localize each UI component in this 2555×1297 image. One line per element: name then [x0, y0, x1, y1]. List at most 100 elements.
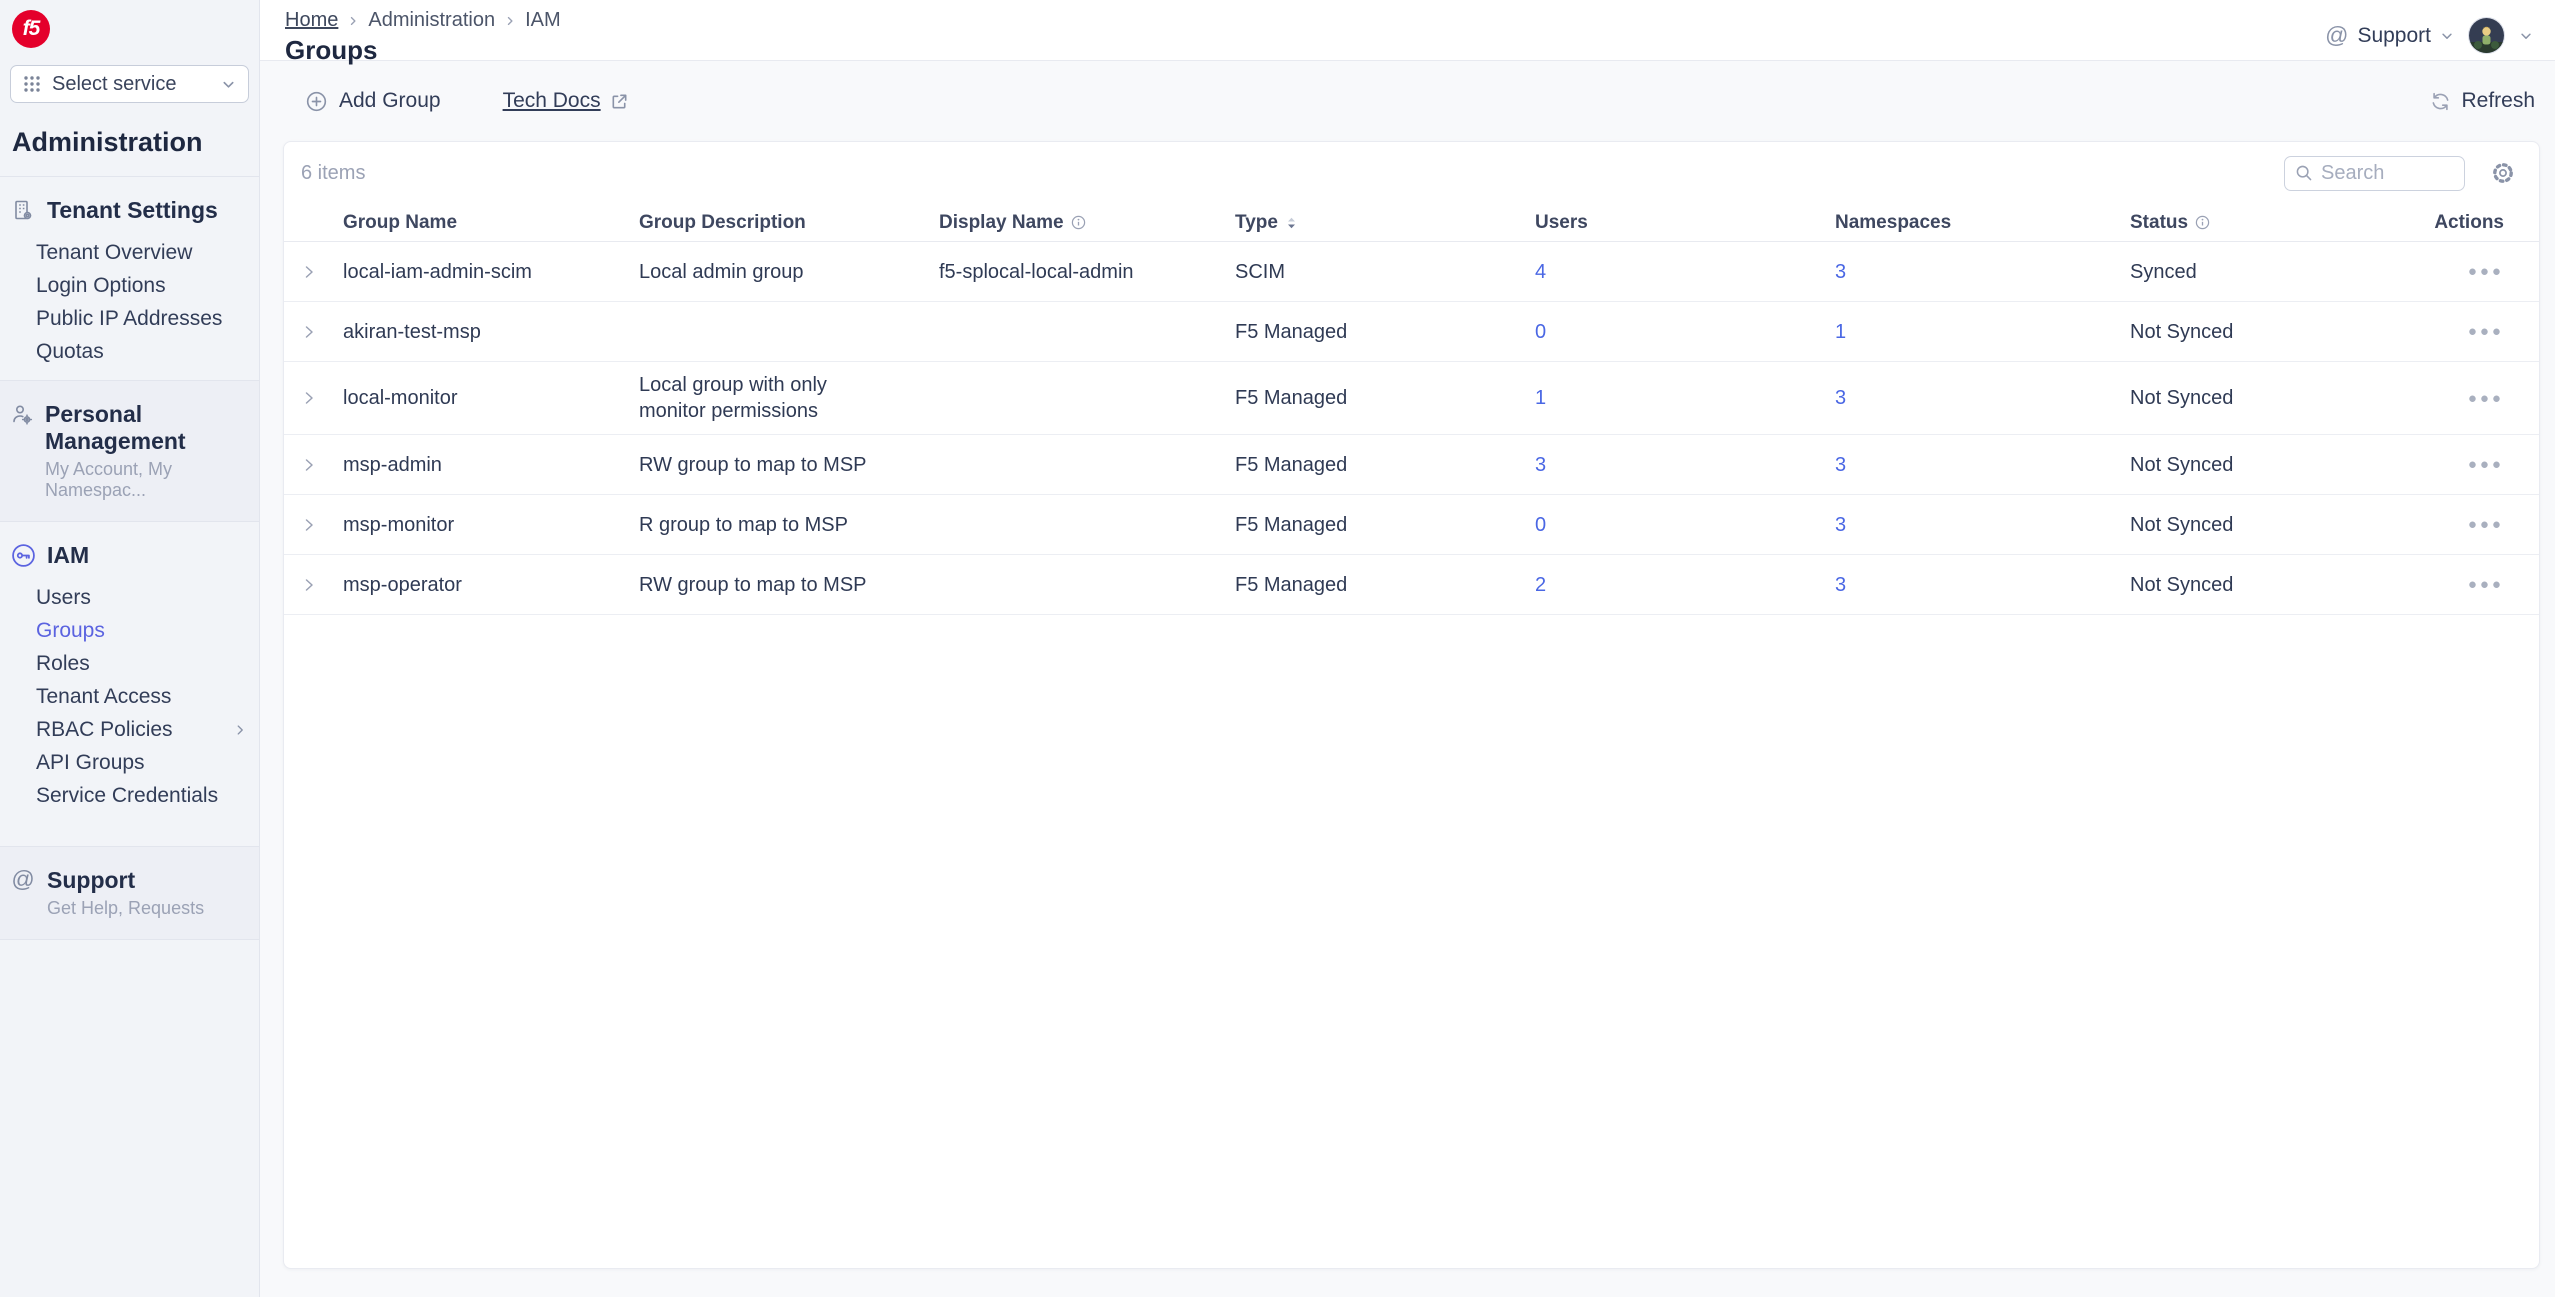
col-namespaces[interactable]: Namespaces — [1835, 212, 2130, 234]
iam-header[interactable]: IAM — [0, 534, 259, 575]
tenant-settings-items: Tenant Overview Login Options Public IP … — [0, 230, 259, 370]
row-actions-menu[interactable]: ●●● — [2375, 263, 2504, 280]
at-sign-icon: @ — [2325, 22, 2349, 48]
display-name — [939, 388, 1235, 408]
sidebar-item-roles[interactable]: Roles — [36, 647, 259, 680]
group-description — [639, 322, 939, 342]
status-text: Not Synced — [2130, 453, 2234, 476]
sidebar-item-label: API Groups — [36, 750, 145, 774]
sidebar-item-api-groups[interactable]: API Groups — [36, 746, 259, 779]
refresh-label: Refresh — [2461, 89, 2535, 112]
namespaces-count-link[interactable]: 3 — [1835, 387, 1846, 409]
table-row: akiran-test-msp F5 Managed 0 1 Not Synce… — [284, 302, 2539, 362]
section-personal-management[interactable]: Personal Management My Account, My Names… — [0, 380, 259, 522]
group-type: F5 Managed — [1235, 573, 1348, 596]
namespaces-count-link[interactable]: 3 — [1835, 261, 1846, 283]
personal-management-label: Personal Management — [45, 401, 186, 454]
col-status[interactable]: Status — [2130, 212, 2375, 234]
key-icon — [10, 543, 36, 568]
sidebar-item-label: Login Options — [36, 273, 166, 297]
users-count-link[interactable]: 2 — [1535, 574, 1546, 596]
table-row: local-monitor Local group with only moni… — [284, 362, 2539, 435]
chevron-right-icon — [347, 15, 359, 27]
col-group-description[interactable]: Group Description — [639, 212, 939, 234]
items-count: 6 items — [301, 161, 366, 184]
support-subtitle: Get Help, Requests — [47, 898, 205, 918]
row-actions-menu[interactable]: ●●● — [2375, 390, 2504, 407]
service-selector-label: Select service — [52, 72, 177, 95]
sidebar: f5 Select service Administration Tenant … — [0, 0, 260, 1297]
display-name — [939, 455, 1235, 475]
sidebar-item-users[interactable]: Users — [36, 581, 259, 614]
gear-icon[interactable] — [2491, 161, 2515, 185]
toolbar: Add Group Tech Docs Refresh — [260, 61, 2555, 141]
users-count-link[interactable]: 3 — [1535, 454, 1546, 476]
row-actions-menu[interactable]: ●●● — [2375, 323, 2504, 340]
sidebar-item-tenant-overview[interactable]: Tenant Overview — [36, 236, 259, 269]
expand-row-icon[interactable] — [301, 457, 343, 473]
namespaces-count-link[interactable]: 3 — [1835, 574, 1846, 596]
group-name: akiran-test-msp — [343, 320, 481, 343]
status-text: Not Synced — [2130, 573, 2234, 596]
group-type: F5 Managed — [1235, 513, 1348, 536]
sidebar-item-groups[interactable]: Groups — [36, 614, 259, 647]
breadcrumb-administration[interactable]: Administration — [368, 9, 495, 32]
group-description: RW group to map to MSP — [639, 453, 867, 476]
tenant-settings-label: Tenant Settings — [47, 197, 218, 223]
external-link-icon — [610, 92, 629, 111]
support-menu-button[interactable]: @ Support — [2325, 24, 2454, 48]
chevron-down-icon[interactable] — [2519, 29, 2533, 43]
tech-docs-link[interactable]: Tech Docs — [503, 89, 629, 113]
status-text: Not Synced — [2130, 513, 2234, 536]
add-group-button[interactable]: Add Group — [305, 89, 441, 113]
sidebar-item-tenant-access[interactable]: Tenant Access — [36, 680, 259, 713]
avatar[interactable] — [2468, 17, 2505, 54]
info-icon — [1071, 215, 1086, 230]
search-box — [2284, 155, 2465, 191]
main-area: Home Administration IAM Groups @ Support — [260, 0, 2555, 1297]
expand-row-icon[interactable] — [301, 390, 343, 406]
group-type: SCIM — [1235, 260, 1285, 283]
users-count-link[interactable]: 4 — [1535, 261, 1546, 283]
status-text: Synced — [2130, 260, 2197, 283]
sidebar-item-login-options[interactable]: Login Options — [36, 269, 259, 302]
tech-docs-label: Tech Docs — [502, 89, 601, 112]
col-type[interactable]: Type — [1235, 212, 1535, 234]
service-selector[interactable]: Select service — [10, 65, 249, 103]
section-support[interactable]: @ Support Get Help, Requests — [0, 846, 259, 940]
namespaces-count-link[interactable]: 3 — [1835, 514, 1846, 536]
expand-row-icon[interactable] — [301, 517, 343, 533]
row-actions-menu[interactable]: ●●● — [2375, 576, 2504, 593]
sidebar-item-public-ip-addresses[interactable]: Public IP Addresses — [36, 302, 259, 335]
expand-row-icon[interactable] — [301, 264, 343, 280]
col-users[interactable]: Users — [1535, 212, 1835, 234]
namespaces-count-link[interactable]: 3 — [1835, 454, 1846, 476]
expand-row-icon[interactable] — [301, 577, 343, 593]
chevron-right-icon — [504, 15, 516, 27]
display-name — [939, 575, 1235, 595]
users-count-link[interactable]: 0 — [1535, 321, 1546, 343]
sidebar-item-label: Users — [36, 585, 91, 609]
col-group-name[interactable]: Group Name — [343, 212, 639, 234]
sidebar-item-service-credentials[interactable]: Service Credentials — [36, 779, 259, 812]
tenant-settings-header[interactable]: Tenant Settings — [0, 189, 259, 230]
group-name: local-iam-admin-scim — [343, 260, 532, 283]
search-input[interactable] — [2321, 161, 2441, 185]
row-actions-menu[interactable]: ●●● — [2375, 456, 2504, 473]
support-label: Support — [47, 867, 136, 893]
sidebar-item-rbac-policies[interactable]: RBAC Policies — [36, 713, 259, 746]
namespaces-count-link[interactable]: 1 — [1835, 321, 1846, 343]
users-count-link[interactable]: 0 — [1535, 514, 1546, 536]
personal-management-subtitle: My Account, My Namespac... — [45, 459, 173, 500]
sidebar-item-label: Tenant Access — [36, 684, 172, 708]
sidebar-item-quotas[interactable]: Quotas — [36, 335, 259, 368]
group-description: R group to map to MSP — [639, 513, 848, 536]
expand-row-icon[interactable] — [301, 324, 343, 340]
users-count-link[interactable]: 1 — [1535, 387, 1546, 409]
row-actions-menu[interactable]: ●●● — [2375, 516, 2504, 533]
breadcrumb-iam[interactable]: IAM — [525, 9, 561, 32]
table-row: msp-operator RW group to map to MSP F5 M… — [284, 555, 2539, 615]
col-display-name[interactable]: Display Name — [939, 212, 1235, 234]
refresh-button[interactable]: Refresh — [2430, 89, 2535, 113]
breadcrumb-home-link[interactable]: Home — [285, 9, 338, 32]
